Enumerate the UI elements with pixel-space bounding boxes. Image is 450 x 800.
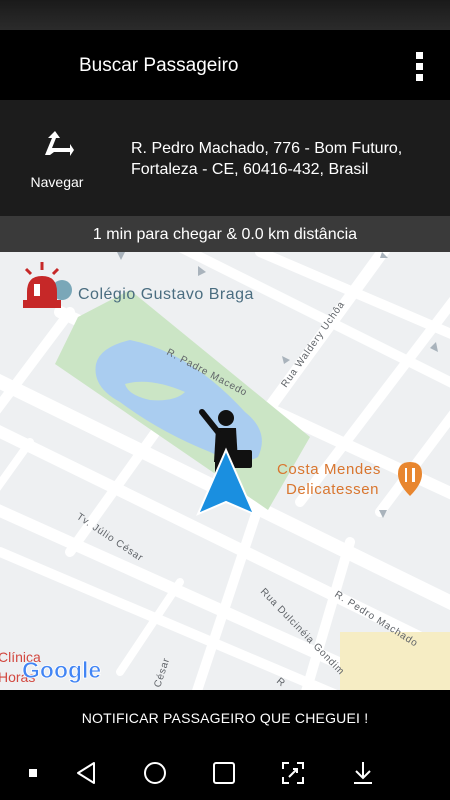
eta-bar: 1 min para chegar & 0.0 km distância	[0, 216, 450, 252]
address-line-2: Fortaleza - CE, 60416-432, Brasil	[131, 161, 369, 178]
app-bar: Buscar Passageiro	[0, 30, 450, 100]
school-marker-icon[interactable]	[23, 262, 72, 308]
navigate-label: Navegar	[30, 174, 84, 190]
navigation-panel: Navegar R. Pedro Machado, 776 - Bom Futu…	[0, 100, 450, 216]
destination-address: R. Pedro Machado, 776 - Bom Futuro, Fort…	[131, 138, 431, 180]
screenshot-icon[interactable]	[278, 758, 308, 788]
home-circle-icon[interactable]	[140, 758, 170, 788]
system-navigation-bar	[0, 746, 450, 800]
google-logo: Google	[22, 657, 102, 684]
svg-text:Google: Google	[22, 657, 101, 683]
notify-passenger-button[interactable]: NOTIFICAR PASSAGEIRO QUE CHEGUEI !	[0, 690, 450, 746]
restaurant-label-1: Costa Mendes	[277, 461, 381, 478]
dot-icon[interactable]	[18, 758, 48, 788]
navigate-button[interactable]: Navegar	[14, 122, 100, 198]
map-view[interactable]: Colégio Gustavo Braga R. Padre Macedo Ru…	[0, 252, 450, 690]
school-label: Colégio Gustavo Braga	[78, 286, 254, 303]
address-line-1: R. Pedro Machado, 776 - Bom Futuro,	[131, 140, 403, 157]
more-vert-icon[interactable]	[408, 50, 432, 82]
back-triangle-icon[interactable]	[72, 758, 102, 788]
navigate-arrow-icon	[45, 131, 74, 156]
restaurant-label-2: Delicatessen	[286, 481, 379, 498]
download-icon[interactable]	[348, 758, 378, 788]
page-title: Buscar Passageiro	[79, 55, 239, 76]
street-cesar: César	[152, 656, 172, 689]
recents-square-icon[interactable]	[209, 758, 239, 788]
status-bar	[0, 0, 450, 30]
commercial-area	[340, 632, 450, 690]
